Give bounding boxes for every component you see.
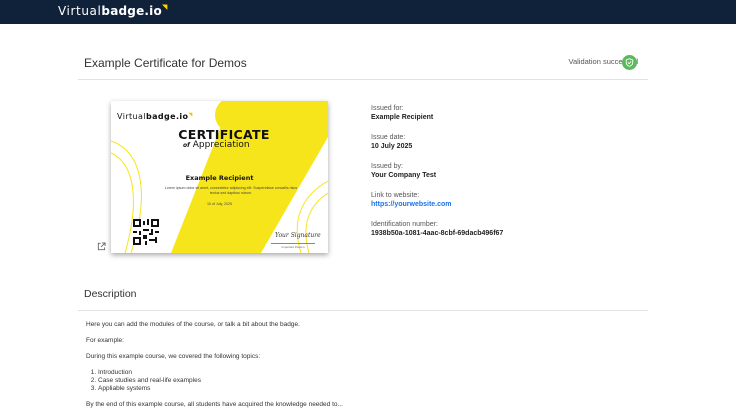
issue-date: Issue date: 10 July 2025: [371, 133, 503, 152]
description-body: Here you can add the modules of the cour…: [86, 321, 343, 417]
brand-logo[interactable]: Virtualbadge.io◥: [58, 3, 168, 18]
signature-name: Important Person: [281, 245, 305, 249]
page-title: Example Certificate for Demos: [84, 56, 247, 70]
list-item: Appliable systems: [98, 385, 343, 393]
certificate-logo: Virtualbadge.io◥: [117, 112, 193, 121]
shield-check-icon: [622, 55, 637, 70]
qr-code-icon: [133, 219, 159, 245]
issue-date-value: 10 July 2025: [371, 143, 413, 150]
list-item: Case studies and real-life examples: [98, 377, 343, 385]
description-title: Description: [84, 288, 137, 300]
description-paragraph: By the end of this example course, all s…: [86, 401, 343, 408]
issued-by: Issued by: Your Company Test: [371, 162, 503, 181]
website-link-anchor[interactable]: https://yourwebsite.com: [371, 200, 503, 210]
issue-date-label: Issue date:: [371, 134, 406, 141]
certificate-date: 10 of July, 2025: [206, 202, 233, 206]
issued-for-label: Issued for:: [371, 105, 404, 112]
issued-by-label: Issued by:: [371, 163, 403, 170]
description-paragraph: During this example course, we covered t…: [86, 353, 261, 360]
website-link: Link to website: https://yourwebsite.com: [371, 191, 503, 210]
list-item: Introduction: [98, 369, 343, 377]
topics-list: Introduction Case studies and real-life …: [98, 369, 343, 393]
certificate-subtitle: of Appreciation: [183, 140, 250, 150]
website-link-label: Link to website:: [371, 192, 420, 199]
issued-for-value: Example Recipient: [371, 114, 434, 121]
issued-by-value: Your Company Test: [371, 172, 437, 179]
issued-for: Issued for: Example Recipient: [371, 104, 503, 123]
external-link-icon[interactable]: [97, 238, 106, 251]
certificate-recipient: Example Recipient: [185, 174, 254, 182]
description-paragraph: Here you can add the modules of the cour…: [86, 321, 300, 328]
certificate-signature: Your Signature: [275, 232, 321, 239]
description-divider: [78, 310, 648, 311]
badge-details: Issued for: Example Recipient Issue date…: [371, 104, 503, 249]
certificate-image[interactable]: Virtualbadge.io◥ CERTIFICATE of Appreciat…: [111, 101, 328, 253]
logo-spark-icon: ◥: [161, 3, 168, 11]
description-paragraph: For example:: [86, 337, 124, 344]
signature-line: [271, 243, 315, 244]
identification-number-value: 1938b50a-1081-4aac-8cbf-69dacb496f67: [371, 230, 504, 237]
certificate-body-text: Lorem ipsum dolor sit amet, consectetur …: [164, 186, 298, 195]
top-navbar: Virtualbadge.io◥: [0, 0, 736, 24]
identification-number: Identification number: 1938b50a-1081-4aa…: [371, 220, 503, 239]
identification-number-label: Identification number:: [371, 221, 438, 228]
header-divider: [78, 79, 648, 80]
